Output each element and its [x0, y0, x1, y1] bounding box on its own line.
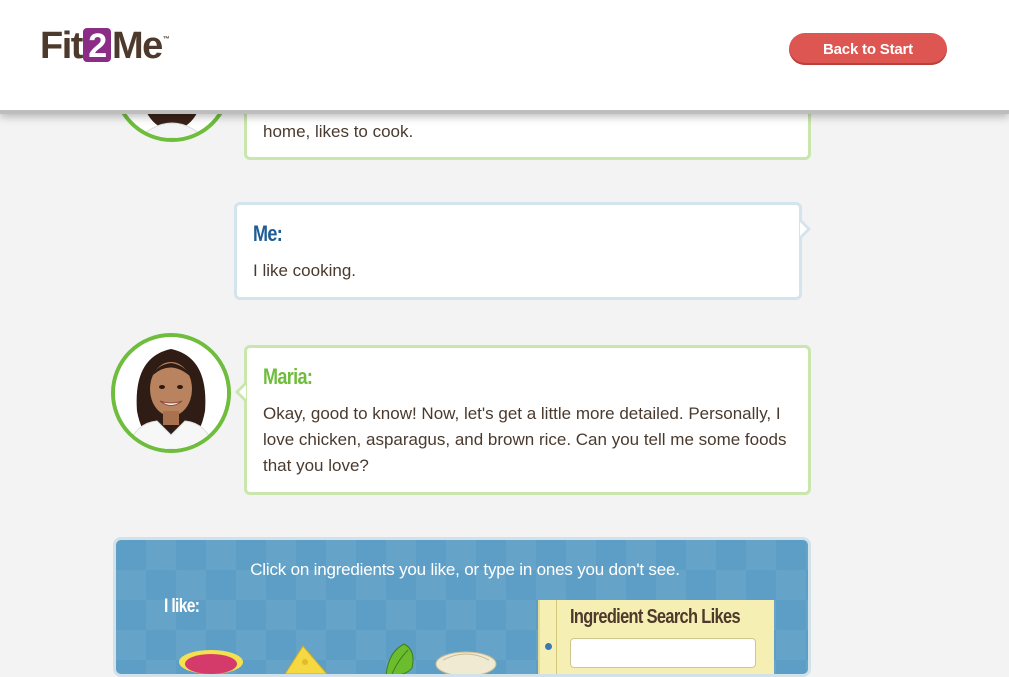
fit2me-logo[interactable]: Fit 2 Me ™	[40, 26, 170, 66]
grain-icon	[435, 651, 497, 674]
ingredient-vegetable[interactable]	[366, 640, 436, 674]
header: Fit 2 Me ™ Back to Start	[0, 0, 1009, 114]
ingredient-meat[interactable]	[176, 640, 246, 674]
message-text: Okay, good to know! Now, let's get a lit…	[263, 404, 787, 475]
maria-portrait-icon	[115, 337, 227, 449]
speaker-name-maria: Maria:	[263, 364, 313, 389]
ingredient-search-input[interactable]	[570, 638, 756, 668]
vegetable-icon	[385, 643, 414, 674]
logo-text-2: 2	[82, 28, 111, 64]
i-like-label: I like:	[164, 596, 200, 617]
back-to-start-button[interactable]: Back to Start	[789, 33, 947, 65]
notepad-hole-icon	[545, 643, 552, 650]
bubble-tail	[235, 382, 246, 402]
logo-text-fit: Fit	[40, 25, 83, 67]
chat-message-maria: Maria: Okay, good to know! Now, let's ge…	[235, 345, 811, 495]
bubble-tail	[800, 219, 811, 239]
ingredient-search-title: Ingredient Search Likes	[570, 606, 741, 628]
chat-message-me: Me: I like cooking.	[234, 202, 811, 300]
meat-icon	[179, 650, 243, 674]
maria-avatar	[111, 333, 231, 453]
logo-trademark: ™	[162, 36, 170, 43]
message-text: home, likes to cook.	[263, 122, 414, 141]
logo-text-me: Me	[111, 25, 163, 67]
ingredient-grain[interactable]	[431, 640, 501, 674]
ingredient-search-notepad: Ingredient Search Likes	[538, 600, 774, 674]
panel-instruction: Click on ingredients you like, or type i…	[250, 560, 680, 579]
ingredient-cheese[interactable]	[271, 640, 341, 674]
notepad-margin-line	[556, 600, 557, 674]
message-text: I like cooking.	[253, 261, 356, 280]
speaker-name-me: Me:	[253, 221, 283, 246]
ingredient-panel: Click on ingredients you like, or type i…	[113, 537, 811, 677]
cheese-icon	[284, 645, 328, 674]
